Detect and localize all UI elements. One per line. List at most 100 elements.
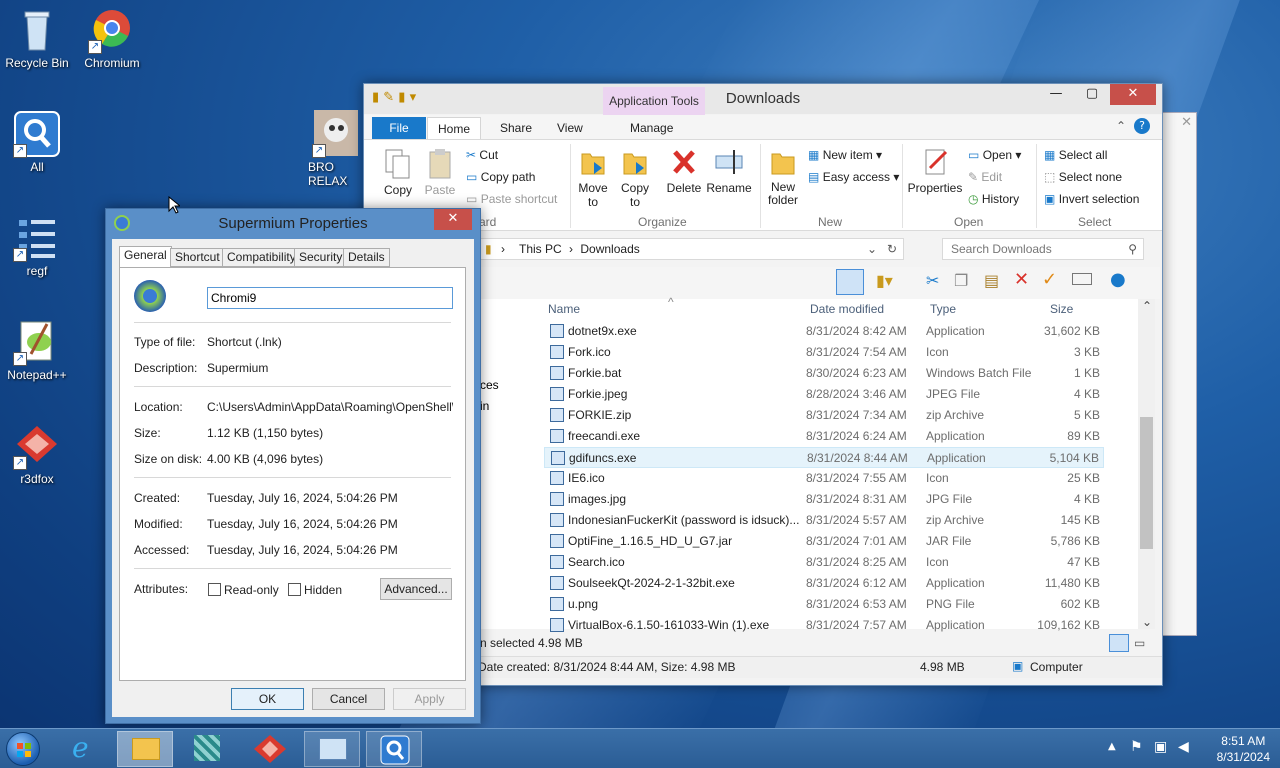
taskbar-explorer-button[interactable] [117,731,173,767]
easy-access-button[interactable]: ▤ Easy access ▾ [808,170,899,184]
copy-path-button[interactable]: ▭ Copy path [466,170,535,184]
invert-selection-button[interactable]: ▣ Invert selection [1044,192,1139,206]
chat-bubble-icon[interactable]: ● [1110,269,1126,290]
copy-to-button[interactable]: Copy to [616,146,654,209]
move-to-button[interactable]: Move to [574,146,612,209]
taskbar-search-button[interactable] [366,731,422,767]
select-all-button[interactable]: ▦ Select all [1044,148,1107,162]
scissors-icon[interactable]: ✂ [926,271,939,290]
rename-button[interactable]: Rename [706,146,752,195]
tab-home[interactable]: Home [427,117,482,139]
volume-muted-icon[interactable]: ◀ [1178,739,1189,755]
folder-options-icon[interactable]: ▮▾ [876,271,893,290]
file-row[interactable]: VirtualBox-6.1.50-161033-Win (1).exe 8/31… [544,615,1104,636]
address-bar[interactable]: ▮ › This PC › Downloads ⌄ ↻ [480,238,904,260]
refresh-icon[interactable]: ↻ [887,239,897,259]
hidden-checkbox[interactable] [288,583,301,596]
desktop-icon-regf[interactable]: ↗ regf [0,214,77,278]
file-row[interactable]: u.png 8/31/2024 6:53 AM PNG File 602 KB [544,594,1104,615]
maximize-button[interactable]: ▢ [1078,84,1106,105]
edit-button[interactable]: ✎ Edit [968,170,1002,184]
open-button[interactable]: ▭ Open ▾ [968,148,1021,162]
delete-button[interactable]: Delete [664,146,704,195]
history-button[interactable]: ◷ History [968,192,1019,206]
taskbar-r3dfox-button[interactable] [242,731,298,767]
vertical-scrollbar[interactable]: ⌃ ⌄ [1138,299,1155,629]
paste-button[interactable]: Paste [420,148,460,197]
file-row[interactable]: gdifuncs.exe 8/31/2024 8:44 AM Application… [544,447,1104,468]
file-row[interactable]: Forkie.bat 8/30/2024 6:23 AM Windows Batch… [544,363,1104,384]
details-view-icon[interactable] [1109,634,1129,652]
properties-dialog[interactable]: Supermium Properties ✕ General Shortcut … [105,208,481,724]
large-icons-view-icon[interactable]: ▭ [1134,636,1145,650]
read-only-label[interactable]: Read-only [224,583,279,597]
internet-explorer-button[interactable]: e [60,731,112,767]
file-row[interactable]: dotnet9x.exe 8/31/2024 8:42 AM Application… [544,321,1104,342]
minimize-button[interactable]: — [1042,84,1070,105]
file-row[interactable]: Search.ico 8/31/2024 8:25 AM Icon 47 KB [544,552,1104,573]
start-button[interactable] [6,732,40,766]
help-icon[interactable]: ? [1134,118,1150,134]
ok-button[interactable]: OK [231,688,304,710]
desktop-icon-r3dfox[interactable]: ↗ r3dfox [0,422,77,486]
new-item-button[interactable]: ▦ New item ▾ [808,148,882,162]
search-icon[interactable]: ⚲ [1128,239,1137,259]
preview-pane-icon[interactable] [836,269,864,295]
delete-icon[interactable]: ✕ [1014,269,1029,290]
tab-compatibility[interactable]: Compatibility [222,248,301,267]
collapse-ribbon-icon[interactable]: ⌃ [1116,119,1126,133]
close-button[interactable]: ✕ [434,209,472,230]
tab-file[interactable]: File [372,117,426,139]
tab-details[interactable]: Details [343,248,390,267]
explorer-titlebar[interactable]: ▮ ✎ ▮ ▾ Application Tools Downloads — ▢ … [364,84,1162,115]
tab-share[interactable]: Share [490,117,542,139]
search-input[interactable]: Search Downloads ⚲ [942,238,1144,260]
close-button[interactable]: ✕ [1110,84,1156,105]
desktop-icon-notepad-plus-plus[interactable]: ↗ Notepad++ [0,318,77,382]
column-header-date[interactable]: Date modified [810,302,884,316]
breadcrumb-downloads[interactable]: Downloads [580,242,639,256]
column-header-size[interactable]: Size [1050,302,1073,316]
column-header-name[interactable]: Name [548,302,580,316]
tab-manage[interactable]: Manage [620,117,683,139]
file-row[interactable]: images.jpg 8/31/2024 8:31 AM JPG File 4 KB [544,489,1104,510]
file-row[interactable]: SoulseekQt-2024-2-1-32bit.exe 8/31/2024 6… [544,573,1104,594]
taskbar-properties-button[interactable] [304,731,360,767]
desktop-icon-all[interactable]: ↗ All [0,110,77,174]
desktop-icon-recycle-bin[interactable]: Recycle Bin [0,6,77,70]
taskbar-clock[interactable]: 8:51 AM 8/31/2024 [1217,733,1270,765]
scroll-down-icon[interactable]: ⌄ [1142,615,1152,629]
copy-icon[interactable]: ❐ [954,271,968,290]
select-none-button[interactable]: ⬚ Select none [1044,170,1122,184]
read-only-checkbox[interactable] [208,583,221,596]
show-hidden-icons-icon[interactable]: ▲ [1108,741,1116,752]
cancel-button[interactable]: Cancel [312,688,385,710]
file-list[interactable]: Name ^ Date modified Type Size dotnet9x.… [480,295,1154,632]
chevron-down-icon[interactable]: ⌄ [867,239,877,259]
cut-button[interactable]: ✂ Cut [466,148,498,162]
name-field[interactable]: Chromi9 [207,287,453,309]
file-row[interactable]: Fork.ico 8/31/2024 7:54 AM Icon 3 KB [544,342,1104,363]
paste-shortcut-button[interactable]: ▭ Paste shortcut [466,192,557,206]
new-folder-button[interactable]: New folder [764,146,802,207]
file-row[interactable]: IndonesianFuckerKit (password is idsuck)… [544,510,1104,531]
rename-icon[interactable] [1072,273,1092,285]
taskbar-app-button[interactable] [180,731,236,767]
file-row[interactable]: freecandi.exe 8/31/2024 6:24 AM Applicatio… [544,426,1104,447]
properties-button[interactable]: Properties [906,146,964,195]
apply-button[interactable]: Apply [393,688,466,710]
tab-general[interactable]: General [119,246,172,268]
action-center-flag-icon[interactable]: ⚑ [1130,739,1143,755]
file-row[interactable]: Forkie.jpeg 8/28/2024 3:46 AM JPEG File 4 K… [544,384,1104,405]
tab-view[interactable]: View [547,117,593,139]
tab-security[interactable]: Security [294,248,348,267]
advanced-button[interactable]: Advanced... [380,578,452,600]
file-row[interactable]: OptiFine_1.16.5_HD_U_G7.jar 8/31/2024 7:0… [544,531,1104,552]
scroll-up-icon[interactable]: ⌃ [1142,299,1152,313]
scrollbar-thumb[interactable] [1140,417,1153,549]
explorer-window[interactable]: ▮ ✎ ▮ ▾ Application Tools Downloads — ▢ … [363,83,1163,686]
close-icon[interactable]: ✕ [1181,115,1192,130]
hidden-label[interactable]: Hidden [304,583,342,597]
breadcrumb-this-pc[interactable]: This PC [519,242,562,256]
network-icon[interactable]: ▣ [1154,739,1167,755]
